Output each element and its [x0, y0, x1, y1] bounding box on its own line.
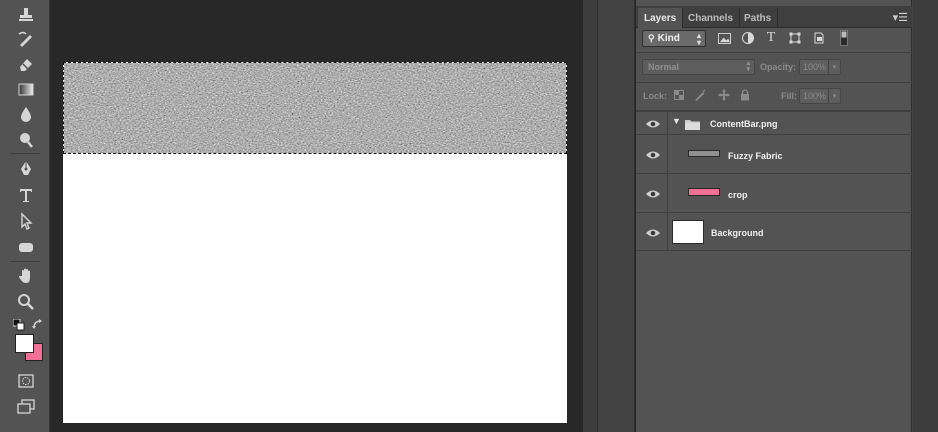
filter-kind-value: Kind [657, 33, 680, 44]
eye-icon[interactable] [644, 187, 662, 199]
folder-icon [685, 117, 700, 130]
eraser-tool-icon[interactable] [14, 52, 38, 76]
eye-icon[interactable] [644, 117, 662, 129]
screen-mode-icon[interactable] [14, 395, 38, 419]
eye-icon[interactable] [644, 148, 662, 160]
foreground-color-swatch[interactable] [15, 334, 34, 353]
type-filter-icon[interactable]: T [763, 30, 779, 46]
pixel-filter-icon[interactable] [716, 30, 732, 46]
layer-name: Background [711, 228, 764, 238]
hand-tool-icon[interactable] [14, 264, 38, 288]
photoshop-window: Layers Channels Paths ▾☰ ⚲ Kind ▴ ▾ T No… [0, 0, 938, 432]
clone-stamp-tool-icon[interactable] [14, 2, 38, 26]
toolbar-divider [10, 153, 40, 154]
opacity-field[interactable]: 100% ▾ [799, 59, 841, 75]
layers-panel-dock: Layers Channels Paths ▾☰ ⚲ Kind ▴ ▾ T No… [636, 0, 938, 432]
adjustment-filter-icon[interactable] [740, 30, 756, 46]
layer-name: Fuzzy Fabric [728, 151, 783, 161]
select-arrows-icon: ▴ ▾ [746, 60, 750, 73]
select-arrows-icon: ▴ ▾ [696, 31, 701, 47]
history-brush-tool-icon[interactable] [14, 27, 38, 51]
tab-paths[interactable]: Paths [738, 8, 779, 28]
layer-name: ContentBar.png [710, 119, 778, 129]
default-colors-icon[interactable] [12, 318, 25, 331]
tools-panel [0, 0, 50, 432]
tab-layers[interactable]: Layers [638, 8, 684, 28]
tab-channels[interactable]: Channels [682, 8, 741, 28]
panel-divider[interactable] [583, 0, 597, 432]
layer-row[interactable]: Background [636, 212, 912, 251]
collapsed-panel-dock [597, 0, 635, 432]
pen-tool-icon[interactable] [14, 157, 38, 181]
blend-mode-select[interactable]: Normal ▴ ▾ [642, 59, 755, 75]
swap-colors-icon[interactable] [32, 318, 44, 330]
filter-kind-select[interactable]: ⚲ Kind ▴ ▾ [642, 30, 706, 47]
opacity-value: 100% [803, 62, 827, 72]
opacity-label: Opacity: [760, 62, 797, 72]
gradient-tool-icon[interactable] [14, 77, 38, 101]
blend-mode-value: Normal [648, 62, 680, 72]
panel-scroll-gutter [913, 0, 938, 432]
layer-row-group[interactable]: ▼ ContentBar.png [636, 111, 912, 134]
eye-icon[interactable] [644, 226, 662, 238]
document-canvas[interactable] [63, 62, 567, 423]
fuzzy-fabric-selection[interactable] [63, 62, 567, 154]
path-selection-tool-icon[interactable] [14, 209, 38, 233]
search-icon: ⚲ [648, 33, 655, 43]
chevron-down-icon[interactable]: ▾ [828, 60, 840, 74]
layer-thumbnail [688, 150, 720, 157]
smart-object-filter-icon[interactable] [811, 30, 827, 46]
blur-tool-icon[interactable] [14, 102, 38, 126]
layers-panel: Layers Channels Paths ▾☰ ⚲ Kind ▴ ▾ T No… [636, 0, 912, 432]
dodge-tool-icon[interactable] [14, 128, 38, 152]
lock-image-pixels-icon[interactable] [694, 89, 706, 101]
lock-label: Lock: [643, 91, 668, 101]
shape-filter-icon[interactable] [787, 30, 803, 46]
panel-menu-icon[interactable]: ▾☰ [893, 11, 908, 24]
rectangle-tool-icon[interactable] [14, 235, 38, 259]
layer-name: crop [728, 190, 748, 200]
fill-label: Fill: [781, 91, 797, 101]
layer-thumbnail [688, 188, 720, 196]
quick-mask-icon[interactable] [14, 369, 38, 393]
chevron-down-icon[interactable]: ▾ [828, 89, 840, 103]
zoom-tool-icon[interactable] [14, 290, 38, 314]
panel-tab-bar: Layers Channels Paths ▾☰ [636, 6, 912, 28]
type-tool-icon[interactable] [14, 183, 38, 207]
lock-position-icon[interactable] [718, 89, 730, 101]
disclosure-triangle-icon[interactable]: ▼ [672, 116, 681, 126]
layer-row[interactable]: Fuzzy Fabric [636, 134, 912, 173]
fill-value: 100% [803, 91, 827, 101]
lock-transparent-pixels-icon[interactable] [673, 89, 685, 101]
filter-toggle-switch[interactable] [836, 30, 852, 46]
layer-thumbnail [672, 220, 704, 244]
layer-row[interactable]: crop [636, 173, 912, 212]
fill-field[interactable]: 100% ▾ [799, 88, 841, 104]
canvas-area[interactable] [50, 0, 583, 432]
fuzzy-fabric-texture [64, 63, 566, 153]
toolbar-divider [10, 261, 40, 262]
lock-all-icon[interactable] [739, 89, 751, 101]
